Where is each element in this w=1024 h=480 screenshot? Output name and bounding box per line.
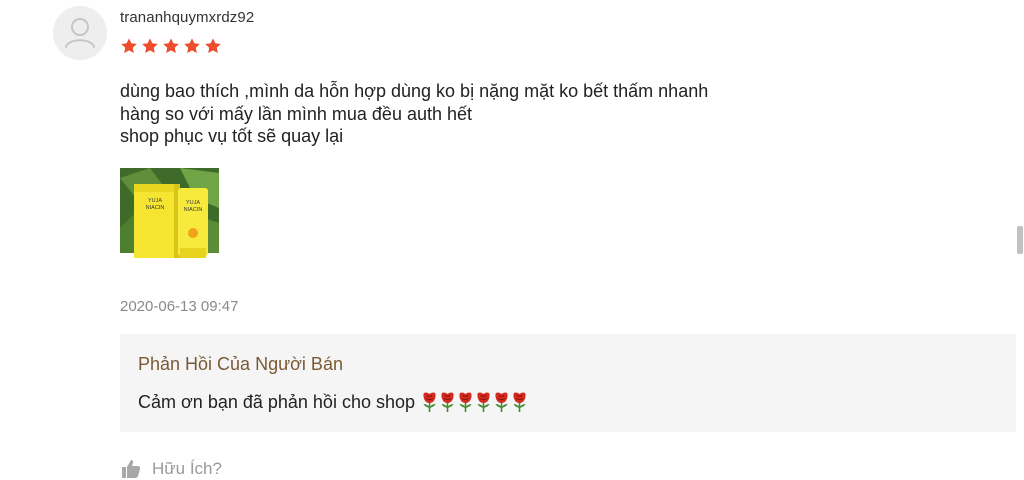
helpful-button[interactable]: Hữu Ích? (120, 458, 222, 480)
rose-emoji-icon (457, 391, 474, 413)
comment-line: dùng bao thích ,mình da hỗn hợp dùng ko … (120, 81, 709, 101)
review-photo-thumbnail[interactable]: YUJA NIACIN YUJA NIACIN (120, 168, 219, 267)
seller-reply-text: Cảm ơn bạn đã phản hồi cho shop (138, 391, 415, 412)
star-icon (162, 37, 180, 55)
rose-emoji-icon (439, 391, 456, 413)
comment-line: hàng so với mấy lần mình mua đều auth hế… (120, 103, 473, 124)
rose-emoji-group (421, 391, 528, 413)
seller-reply: Phản Hồi Của Người Bán Cảm ơn bạn đã phả… (120, 334, 1016, 432)
scrollbar-thumb[interactable] (1017, 226, 1023, 254)
rose-emoji-icon (493, 391, 510, 413)
thumbs-up-icon (122, 460, 141, 478)
star-icon (183, 37, 201, 55)
default-user-icon (53, 6, 107, 60)
star-icon (120, 37, 138, 55)
review-comment: dùng bao thích ,mình da hỗn hợp dùng ko … (120, 80, 708, 148)
helpful-label: Hữu Ích? (152, 459, 222, 478)
star-icon (141, 37, 159, 55)
product-photo: YUJA NIACIN YUJA NIACIN (120, 168, 219, 267)
rating-stars (120, 37, 222, 55)
rose-emoji-icon (421, 391, 438, 413)
box-label: NIACIN (146, 205, 165, 211)
tube-label: YUJA (186, 200, 200, 206)
seller-reply-text-row: Cảm ơn bạn đã phản hồi cho shop (138, 391, 528, 413)
tube-label: NIACIN (184, 207, 203, 213)
user-avatar[interactable] (53, 6, 107, 60)
box-label: YUJA (148, 198, 162, 204)
seller-reply-title: Phản Hồi Của Người Bán (138, 354, 343, 374)
review-timestamp: 2020-06-13 09:47 (120, 298, 239, 315)
star-icon (204, 37, 222, 55)
reviewer-username[interactable]: trananhquymxrdz92 (120, 9, 254, 26)
rose-emoji-icon (511, 391, 528, 413)
rose-emoji-icon (475, 391, 492, 413)
comment-line: shop phục vụ tốt sẽ quay lại (120, 126, 344, 146)
